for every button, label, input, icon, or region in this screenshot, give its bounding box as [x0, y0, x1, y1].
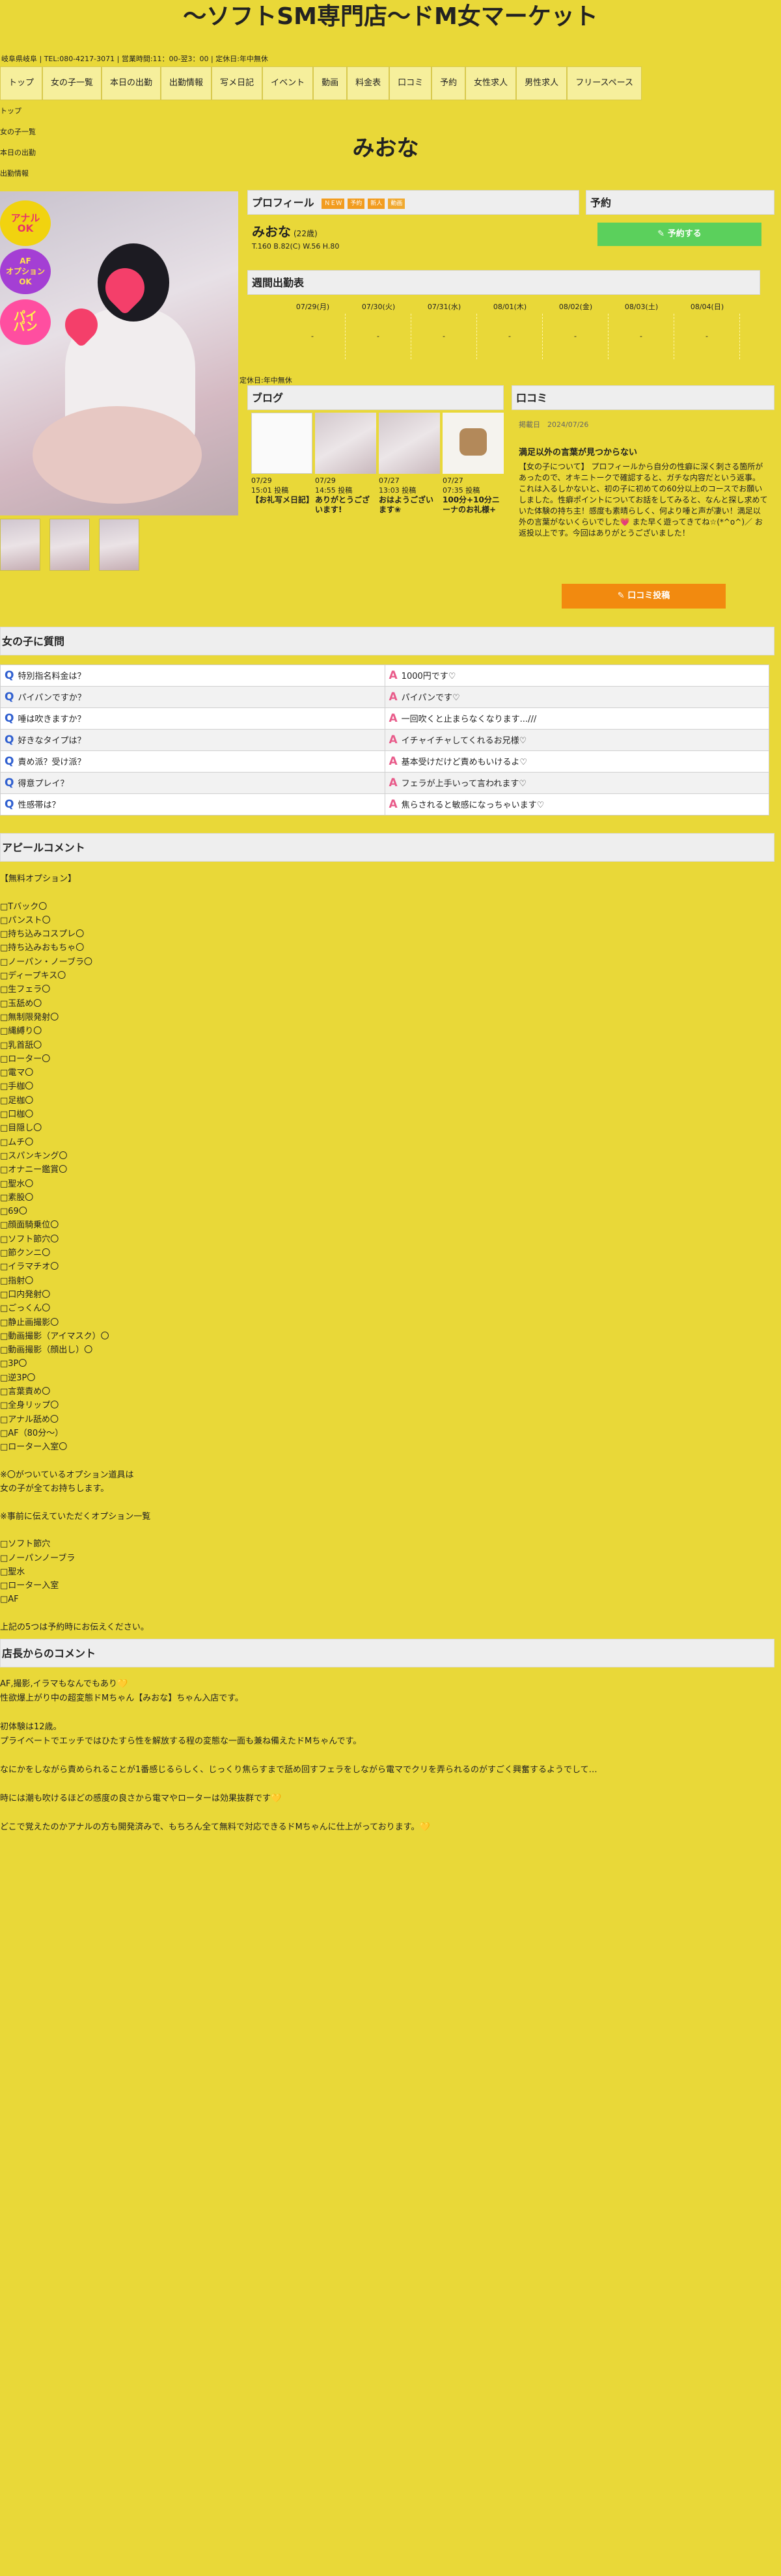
- blog-title: ありがとうございます!: [315, 495, 370, 514]
- blog-title: 100分+10分ニーナのお礼様+: [443, 495, 500, 514]
- blog-item[interactable]: 07/27 07:35 投稿 100分+10分ニーナのお礼様+: [443, 413, 504, 515]
- blog-item[interactable]: 07/29 15:01 投稿 【お礼写メ日記】: [251, 413, 312, 515]
- tag-video: 動画: [388, 198, 405, 209]
- profile-age: (22歳): [294, 229, 318, 238]
- answer-icon: A: [389, 669, 398, 682]
- reserve-heading: 予約: [586, 190, 774, 215]
- blog-item[interactable]: 07/27 13:03 投稿 おはようございます❀: [379, 413, 440, 515]
- photo-thumbnail[interactable]: [99, 519, 139, 571]
- schedule-day: 08/03(土) -: [609, 301, 674, 359]
- schedule-day: 08/02(金) -: [543, 301, 609, 359]
- nav-photo-diary[interactable]: 写メ日記: [212, 66, 263, 100]
- nav-video[interactable]: 動画: [313, 66, 348, 100]
- question-icon: Q: [5, 669, 14, 682]
- photo-figure-legs: [33, 406, 202, 504]
- schedule-day: 08/01(木) -: [477, 301, 543, 359]
- review-date: 掲載日 2024/07/26: [519, 420, 589, 429]
- nav-male-recruit[interactable]: 男性求人: [516, 66, 568, 100]
- nav-schedule[interactable]: 出勤情報: [161, 66, 212, 100]
- appeal-comment: 【無料オプション】 □Tバック〇 □パンスト〇 □持ち込みコスプレ〇 □持ち込み…: [0, 874, 151, 1633]
- blog-thumbnail: [443, 413, 504, 474]
- main-nav: トップ 女の子一覧 本日の出勤 出勤情報 写メ日記 イベント 動画 料金表 口コ…: [0, 66, 642, 100]
- question-icon: Q: [5, 733, 14, 747]
- photo-thumbnails: [0, 519, 139, 571]
- review-heading: 口コミ: [512, 385, 774, 410]
- schedule-day: 08/04(日) -: [674, 301, 740, 359]
- schedule-grid: 07/29(月) - 07/30(火) - 07/31(水) - 08/01(木) - …: [280, 301, 740, 359]
- appeal-heading: アピールコメント: [0, 833, 774, 862]
- question-icon: Q: [5, 755, 14, 768]
- nav-reserve[interactable]: 予約: [432, 66, 466, 100]
- tag-new: ＮＥＷ: [322, 198, 345, 209]
- profile-size: T.160 B.82(C) W.56 H.80: [252, 242, 340, 251]
- review-title: 満足以外の言葉が見つからない: [519, 448, 638, 458]
- question-icon: Q: [5, 798, 14, 811]
- table-row: Q パイパンですか？ A パイパンです♡: [0, 686, 769, 708]
- photo-thumbnail[interactable]: [0, 519, 40, 571]
- schedule-day: 07/29(月) -: [280, 301, 346, 359]
- shop-comment: AF,撮影,イラマもなんでもあり💛 性欲爆上がり中の超変態ドMちゃん【みおな】ち…: [0, 1679, 597, 1832]
- profile-name: みおな (22歳): [252, 224, 318, 240]
- review-body: 【女の子について】 プロフィールから自分の性癖に深く刺さる箇所があったので、オキ…: [519, 462, 768, 538]
- post-review-button[interactable]: ✎ 口コミ投稿: [562, 584, 726, 609]
- blog-title: 【お礼写メ日記】: [251, 495, 312, 504]
- paipan-badge: パイ パン: [0, 299, 51, 345]
- question-icon: Q: [5, 712, 14, 725]
- mini-nav-schedule[interactable]: 出勤情報: [0, 163, 36, 184]
- table-row: Q 責め派？受け派？ A 基本受けだけど責めもいけるよ♡: [0, 750, 769, 773]
- blog-thumbnail: [251, 413, 312, 474]
- table-row: Q 得意プレイ？ A フェラが上手いって言われます♡: [0, 772, 769, 794]
- table-row: Q 唾は吹きますか？ A 一回吹くと止まらなくなります...///: [0, 707, 769, 730]
- blog-list: 07/29 15:01 投稿 【お礼写メ日記】 07/29 14:55 投稿 ありが…: [251, 413, 504, 515]
- nav-today[interactable]: 本日の出勤: [102, 66, 161, 100]
- main-photo[interactable]: アナル OK AF オプション OK パイ パン: [0, 191, 238, 515]
- shop-info-bar: 岐阜県岐阜 | TEL:080-4217-3071 | 営業時間:11：00-翌…: [1, 55, 268, 63]
- nav-event[interactable]: イベント: [262, 66, 314, 100]
- table-row: Q 好きなタイプは？ A イチャイチャしてくれるお兄様♡: [0, 729, 769, 751]
- tag-reserve: 予約: [348, 198, 365, 209]
- blog-title: おはようございます❀: [379, 495, 434, 514]
- question-icon: Q: [5, 691, 14, 704]
- photo-thumbnail[interactable]: [49, 519, 90, 571]
- answer-icon: A: [389, 712, 398, 725]
- nav-price[interactable]: 料金表: [347, 66, 390, 100]
- closed-day-note: 定休日:年中無休: [240, 376, 292, 385]
- table-row: Q 性感帯は？ A 焦らされると敏感になっちゃいます♡: [0, 793, 769, 815]
- af-option-badge: AF オプション OK: [0, 249, 51, 294]
- mini-nav-top[interactable]: トップ: [0, 101, 36, 122]
- question-icon: Q: [5, 776, 14, 789]
- blog-thumbnail: [315, 413, 376, 474]
- schedule-day: 07/30(火) -: [346, 301, 411, 359]
- tag-newcomer: 新人: [368, 198, 385, 209]
- nav-female-recruit[interactable]: 女性求人: [465, 66, 517, 100]
- qa-heading: 女の子に質問: [0, 627, 774, 655]
- answer-icon: A: [389, 798, 398, 811]
- answer-icon: A: [389, 776, 398, 789]
- nav-free-space[interactable]: フリースペース: [567, 66, 642, 100]
- nav-girls[interactable]: 女の子一覧: [42, 66, 102, 100]
- nav-top[interactable]: トップ: [0, 66, 43, 100]
- blog-item[interactable]: 07/29 14:55 投稿 ありがとうございます!: [315, 413, 376, 515]
- table-row: Q 特別指名料金は？ A 1000円です♡: [0, 665, 769, 687]
- anal-ok-badge: アナル OK: [0, 200, 51, 246]
- blog-heading: ブログ: [247, 385, 504, 410]
- girl-name-title: みおな: [352, 135, 419, 161]
- profile-heading: プロフィール ＮＥＷ 予約 新人 動画: [247, 190, 579, 215]
- nav-reviews[interactable]: 口コミ: [389, 66, 432, 100]
- answer-icon: A: [389, 691, 398, 704]
- schedule-day: 07/31(水) -: [411, 301, 477, 359]
- answer-icon: A: [389, 755, 398, 768]
- qa-table: Q 特別指名料金は？ A 1000円です♡ Q パイパンですか？ A パイパンです♡ Q 唾は…: [0, 665, 769, 815]
- shop-comment-heading: 店長からのコメント: [0, 1639, 774, 1667]
- site-title: 〜ソフトSM専門店〜ドM女マーケット: [183, 3, 598, 30]
- blog-thumbnail: [379, 413, 440, 474]
- answer-icon: A: [389, 733, 398, 747]
- schedule-heading: 週間出勤表: [247, 270, 760, 295]
- reserve-button[interactable]: ✎ 予約する: [597, 223, 761, 246]
